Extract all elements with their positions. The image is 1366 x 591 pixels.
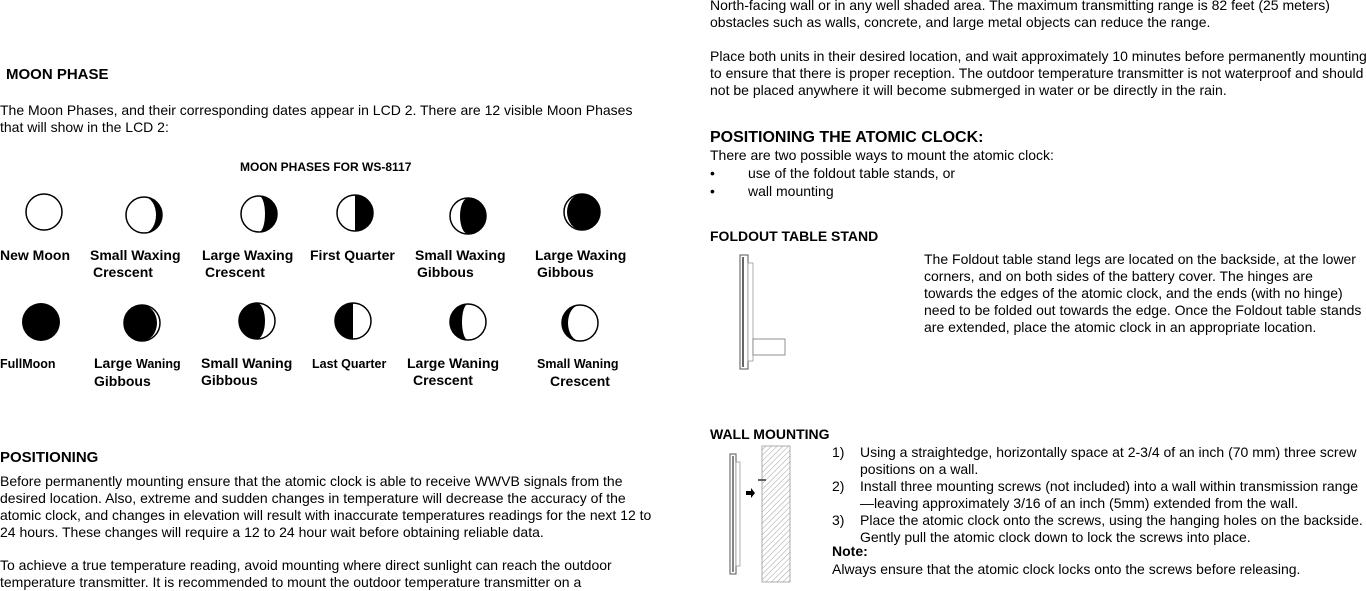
last-quarter-icon bbox=[333, 301, 373, 341]
moon-phase-intro: The Moon Phases, and their corresponding… bbox=[0, 102, 633, 135]
wall-step-item: 2) Install three mounting screws (not inc… bbox=[832, 478, 1359, 511]
wall-step-item: 1) Using a straightedge, horizontally spa… bbox=[832, 444, 1357, 477]
full-moon-icon bbox=[21, 302, 61, 342]
small-waxing-gibbous-icon bbox=[448, 196, 488, 236]
phase-label-first-quarter: First Quarter bbox=[310, 247, 395, 263]
phase-label-small-waning-crescent: Small Waning Crescent bbox=[537, 357, 619, 389]
note-text: Always ensure that the atomic clock lock… bbox=[832, 561, 1301, 577]
foldout-stand-illustration bbox=[736, 253, 796, 371]
large-waning-gibbous-icon bbox=[122, 303, 162, 343]
mounting-options-list: • use of the foldout table stands, or • wa… bbox=[710, 164, 955, 200]
small-waning-crescent-icon bbox=[560, 303, 600, 343]
large-waxing-crescent-icon bbox=[239, 194, 279, 234]
phase-label-large-waning-gibbous: Large Waning Gibbous bbox=[94, 355, 181, 389]
phase-label-small-waxing-crescent: Small Waxing Crescent bbox=[90, 247, 181, 280]
bullet-icon: • bbox=[710, 165, 715, 181]
note-label: Note: bbox=[832, 543, 868, 559]
phase-label-small-waxing-gibbous: Small Waxing Gibbous bbox=[415, 247, 506, 280]
wall-step-item: 3) Place the atomic clock onto the screws… bbox=[832, 512, 1363, 545]
positioning-atomic-clock-heading: POSITIONING THE ATOMIC CLOCK: bbox=[710, 129, 984, 146]
small-waning-gibbous-icon bbox=[237, 301, 277, 341]
wall-mount-illustration bbox=[728, 444, 794, 584]
mount-option-item: • wall mounting bbox=[710, 183, 834, 199]
continued-paragraph-2: Place both units in their desired locati… bbox=[710, 48, 1366, 98]
new-moon-icon bbox=[24, 192, 64, 232]
large-waning-crescent-icon bbox=[448, 302, 488, 342]
phase-label-full-moon: FullMoon bbox=[0, 357, 56, 371]
phase-label-last-quarter: Last Quarter bbox=[312, 357, 387, 371]
bullet-icon: • bbox=[710, 183, 715, 199]
positioning-paragraph-2: To achieve a true temperature reading, a… bbox=[0, 557, 612, 590]
phase-label-small-waning-gibbous: Small Waning Gibbous bbox=[201, 355, 293, 388]
phase-label-new-moon: New Moon bbox=[0, 247, 70, 263]
positioning-paragraph-1: Before permanently mounting ensure that … bbox=[0, 473, 652, 540]
continued-paragraph-1: North-facing wall or in any well shaded … bbox=[710, 0, 1330, 30]
moon-phases-table-title: MOON PHASES FOR WS-8117 bbox=[240, 160, 412, 174]
phase-label-large-waxing-gibbous: Large Waxing Gibbous bbox=[535, 247, 627, 280]
large-waxing-gibbous-icon bbox=[562, 192, 602, 232]
moon-phase-heading: MOON PHASE bbox=[6, 66, 109, 83]
wall-mounting-steps: 1) Using a straightedge, horizontally spa… bbox=[832, 444, 1366, 546]
foldout-table-stand-heading: FOLDOUT TABLE STAND bbox=[710, 228, 879, 244]
foldout-description: The Foldout table stand legs are located… bbox=[924, 251, 1362, 335]
phase-label-large-waning-crescent: Large Waning Crescent bbox=[407, 355, 500, 388]
mounting-intro: There are two possible ways to mount the… bbox=[710, 147, 1054, 163]
small-waxing-crescent-icon bbox=[124, 195, 164, 235]
phase-label-large-waxing-crescent: Large Waxing Crescent bbox=[202, 247, 294, 280]
first-quarter-icon bbox=[335, 193, 375, 233]
wall-mounting-heading: WALL MOUNTING bbox=[710, 426, 830, 442]
mount-option-item: • use of the foldout table stands, or bbox=[710, 165, 956, 181]
positioning-heading: POSITIONING bbox=[0, 449, 99, 466]
